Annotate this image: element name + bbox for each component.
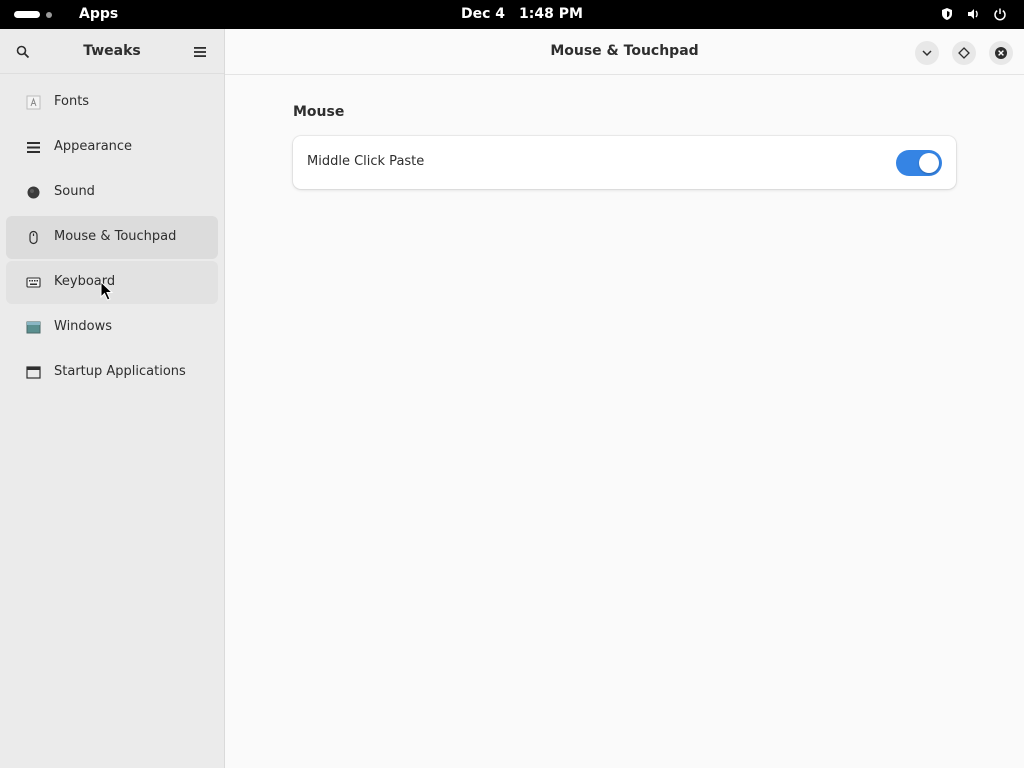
main-header: Mouse & Touchpad <box>225 29 1024 75</box>
sidebar-header: Tweaks <box>0 29 224 74</box>
workspace-indicator[interactable] <box>14 11 52 18</box>
clock[interactable]: Dec 4 1:48 PM <box>461 6 583 23</box>
volume-icon[interactable] <box>966 7 980 21</box>
sidebar-item-fonts[interactable]: Fonts <box>6 81 218 124</box>
workspace-dot[interactable] <box>46 11 52 18</box>
sidebar-item-label: Appearance <box>54 139 133 154</box>
sidebar: Tweaks Fonts Appearance Sound Mouse & To… <box>0 29 225 768</box>
sidebar-item-label: Fonts <box>54 94 90 109</box>
shield-icon[interactable] <box>940 7 954 21</box>
sidebar-item-mouse-touchpad[interactable]: Mouse & Touchpad <box>6 216 218 259</box>
toggle-knob[interactable] <box>919 153 939 173</box>
sidebar-item-windows[interactable]: Windows <box>6 306 218 349</box>
clock-time: 1:48 PM <box>519 6 583 22</box>
maximize-button[interactable] <box>952 41 976 65</box>
sidebar-item-label: Startup Applications <box>54 364 186 379</box>
section-title-mouse: Mouse <box>293 104 345 120</box>
page-title: Mouse & Touchpad <box>550 43 699 59</box>
fonts-icon <box>26 95 41 110</box>
minimize-icon <box>922 50 932 57</box>
startup-icon <box>26 366 41 379</box>
minimize-button[interactable] <box>915 41 939 65</box>
sidebar-item-sound[interactable]: Sound <box>6 171 218 214</box>
workspace-active-pill[interactable] <box>14 11 40 18</box>
mouse-icon <box>29 230 38 245</box>
clock-date: Dec 4 <box>461 6 506 22</box>
sidebar-title: Tweaks <box>83 43 141 59</box>
mouse-cursor-icon <box>100 281 114 301</box>
top-bar: Apps Dec 4 1:48 PM <box>0 0 1024 29</box>
power-icon[interactable] <box>993 7 1007 21</box>
sidebar-item-label: Windows <box>54 319 113 334</box>
sidebar-item-appearance[interactable]: Appearance <box>6 126 218 169</box>
close-icon <box>995 47 1007 59</box>
sound-icon <box>27 186 40 199</box>
middle-click-paste-label: Middle Click Paste <box>307 154 425 169</box>
windows-icon <box>26 321 41 334</box>
settings-card: Middle Click Paste <box>293 136 956 189</box>
appearance-icon <box>27 142 40 153</box>
keyboard-icon <box>26 277 41 288</box>
sidebar-item-startup-applications[interactable]: Startup Applications <box>6 351 218 394</box>
middle-click-paste-toggle[interactable] <box>896 150 942 176</box>
hamburger-menu-icon[interactable] <box>193 45 207 59</box>
maximize-icon <box>958 47 970 59</box>
sidebar-item-label: Mouse & Touchpad <box>54 229 177 244</box>
sidebar-item-label: Sound <box>54 184 95 199</box>
activities-button[interactable]: Apps <box>79 6 118 23</box>
close-button[interactable] <box>989 41 1013 65</box>
